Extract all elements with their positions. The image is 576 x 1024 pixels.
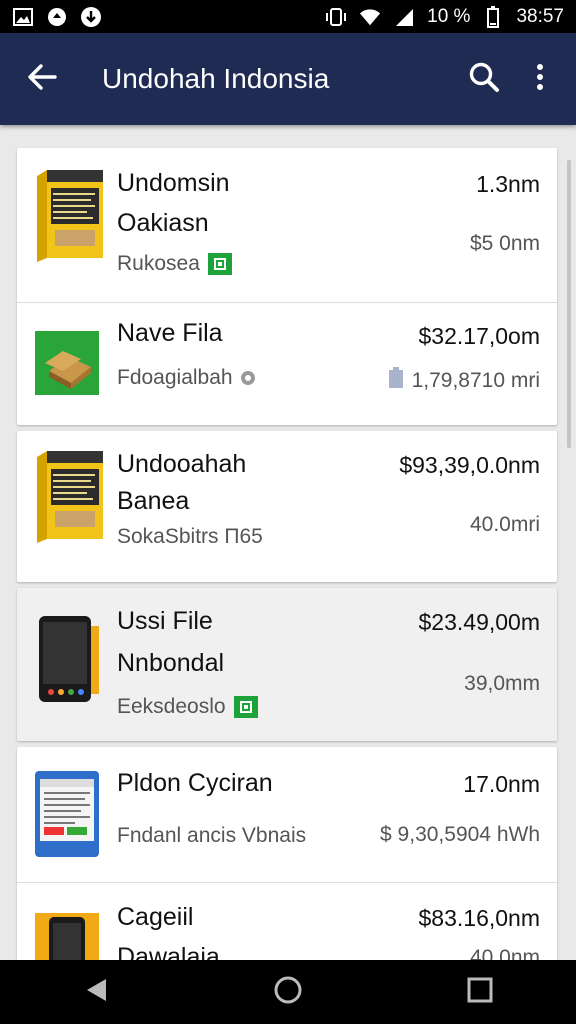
overflow-menu-icon	[536, 63, 544, 96]
item-subtitle-wrap: Fdoagialbah	[117, 366, 255, 390]
vibrate-icon	[325, 6, 347, 28]
item-meta: $ 9,30,5904 hWh	[380, 823, 540, 846]
nav-back-button[interactable]	[66, 962, 126, 1022]
list-item-selected[interactable]: Ussi File Nnbondal Eeksdeoslo $23.49,00m…	[17, 588, 557, 741]
file-icon	[388, 367, 404, 395]
item-title: Ussi File	[117, 607, 213, 635]
green-package-thumbnail	[35, 331, 99, 395]
navigation-bar	[0, 960, 576, 1024]
item-subtitle-wrap: Rukosea	[117, 252, 232, 276]
list-item[interactable]: Undooahah Banea SokaSbitrs П65 $93,39,0.…	[17, 431, 557, 582]
back-triangle-icon	[84, 977, 108, 1008]
card-group: Pldon Cyciran Fndanl ancis Vbnais 17.0nm…	[17, 747, 557, 983]
item-price: $32.17,0om	[418, 323, 540, 349]
item-title-2: Oakiasn	[117, 209, 209, 237]
item-subtitle: SokaSbitrs П65	[117, 525, 263, 548]
item-title: Cageiil	[117, 903, 194, 931]
nav-recents-button[interactable]	[450, 962, 510, 1022]
item-title: Pldon Cyciran	[117, 769, 273, 797]
card-group: Undooahah Banea SokaSbitrs П65 $93,39,0.…	[17, 431, 557, 582]
software-box-thumbnail	[35, 449, 103, 545]
screenshot-thumbnail	[35, 771, 103, 857]
item-meta: 40.0mri	[469, 513, 540, 536]
phone-thumbnail	[35, 614, 103, 706]
signal-icon	[393, 6, 415, 28]
item-title: Undomsin	[117, 169, 230, 197]
back-arrow-icon	[27, 63, 57, 95]
download-icon	[80, 6, 102, 28]
info-dot-icon	[240, 371, 255, 385]
item-price: $93,39,0.0nm	[399, 452, 540, 478]
item-title-2: Banea	[117, 487, 190, 515]
status-bar: 10 % 38:57	[0, 0, 576, 33]
item-price: 1.3nm	[476, 171, 540, 197]
list-item[interactable]: Undomsin Oakiasn Rukosea 1.3nm $5 0nm	[17, 148, 557, 302]
clock-text: 38:57	[516, 5, 564, 27]
item-subtitle: Fndanl ancis Vbnais	[117, 824, 307, 847]
scrollbar[interactable]	[567, 160, 571, 448]
wifi-icon	[359, 6, 381, 28]
sync-badge-icon	[207, 253, 232, 275]
back-button[interactable]	[0, 33, 84, 125]
card-group: Undomsin Oakiasn Rukosea 1.3nm $5 0nm Na…	[17, 148, 557, 425]
page-title: Undohah Indonsia	[102, 63, 330, 94]
overflow-menu-button[interactable]	[512, 33, 568, 125]
item-title-2: Nnbondal	[117, 649, 225, 677]
item-price: $83.16,0nm	[418, 905, 540, 931]
search-icon	[468, 61, 500, 98]
item-subtitle: Fdoagialbah	[117, 366, 233, 389]
item-price: $23.49,00m	[418, 609, 540, 635]
gallery-icon	[12, 6, 34, 28]
home-circle-icon	[273, 975, 303, 1010]
software-box-thumbnail	[35, 168, 103, 264]
battery-icon	[482, 5, 504, 28]
item-meta: 39,0mm	[464, 672, 540, 695]
nav-home-button[interactable]	[258, 962, 318, 1022]
item-meta-wrap: 1,79,8710 mri	[388, 367, 540, 395]
battery-text: 10 %	[427, 5, 471, 27]
app-bar: Undohah Indonsia	[0, 33, 576, 125]
item-subtitle: Rukosea	[117, 252, 200, 275]
item-meta: 1,79,8710 mri	[411, 369, 540, 392]
cloud-icon	[46, 6, 68, 28]
card-group-selected: Ussi File Nnbondal Eeksdeoslo $23.49,00m…	[17, 588, 557, 741]
item-title: Nave Fila	[117, 319, 223, 347]
sync-badge-icon	[233, 696, 258, 718]
item-subtitle-wrap: Eeksdeoslo	[117, 695, 258, 719]
recents-square-icon	[467, 977, 493, 1008]
item-price: 17.0nm	[463, 771, 540, 797]
item-meta: $5 0nm	[469, 232, 540, 255]
list-item[interactable]: Nave Fila Fdoagialbah $32.17,0om 1,79,87…	[17, 303, 557, 425]
list-item[interactable]: Pldon Cyciran Fndanl ancis Vbnais 17.0nm…	[17, 747, 557, 882]
search-button[interactable]	[456, 33, 512, 125]
item-title: Undooahah	[117, 450, 247, 478]
item-subtitle: Eeksdeoslo	[117, 695, 226, 718]
